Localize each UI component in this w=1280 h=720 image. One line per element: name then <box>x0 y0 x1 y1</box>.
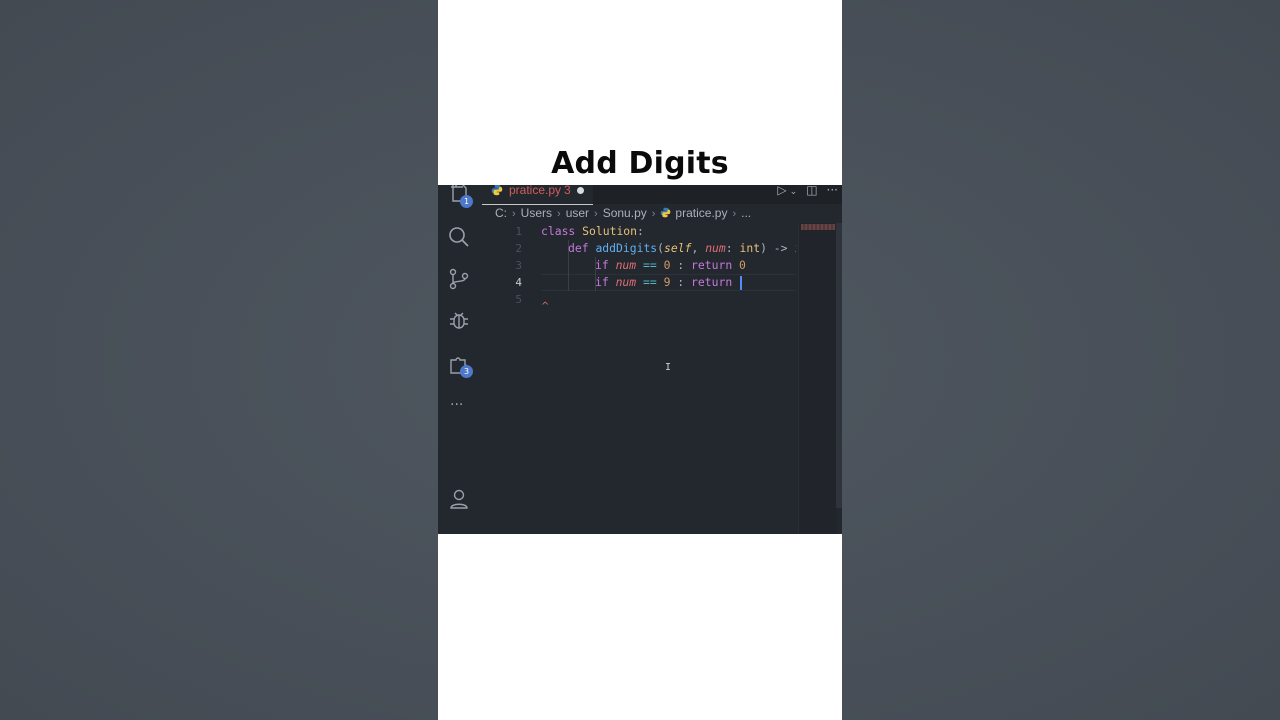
chevron-right-icon: › <box>594 208 598 220</box>
run-dropdown-chevron-icon[interactable]: ⌄ <box>790 187 798 197</box>
more-icon[interactable]: ··· <box>450 397 463 413</box>
error-marker: ^ <box>541 301 550 312</box>
page-title: Add Digits <box>551 146 729 181</box>
split-editor-icon[interactable]: ◫ <box>806 185 817 197</box>
chevron-right-icon: › <box>557 208 561 220</box>
code-line: class Solution: <box>541 224 644 238</box>
source-control-icon[interactable] <box>447 267 471 291</box>
text-caret <box>740 275 743 290</box>
line-number: 5 <box>515 293 522 306</box>
breadcrumb-item[interactable]: Sonu.py <box>603 206 647 220</box>
code-line: def addDigits(self, num: int) -> i <box>568 241 796 255</box>
extensions-badge: 3 <box>460 365 473 378</box>
python-file-icon <box>661 207 671 218</box>
chevron-right-icon: › <box>512 208 516 220</box>
tab-bar: pratice.py 3 ▷ ⌄ ◫ ··· <box>482 185 842 205</box>
minimap[interactable] <box>798 223 837 534</box>
tab-problem-count: 3 <box>564 185 571 197</box>
search-icon[interactable] <box>447 225 471 249</box>
account-icon[interactable] <box>447 487 471 511</box>
line-number: 3 <box>515 259 522 272</box>
line-number: 1 <box>515 225 522 238</box>
line-number: 2 <box>515 242 522 255</box>
minimap-code-preview <box>801 224 835 230</box>
breadcrumb: C: › Users › user › Sonu.py › pratice.py ›... <box>495 206 751 222</box>
code-line: if num == 0 : return 0 <box>595 258 746 272</box>
code-area[interactable]: class Solution: def addDigits(self, num:… <box>541 223 796 523</box>
python-file-icon <box>491 185 503 196</box>
breadcrumb-item[interactable]: pratice.py <box>675 206 727 220</box>
breadcrumb-item[interactable]: Users <box>521 206 552 220</box>
run-icon[interactable]: ▷ <box>777 185 786 197</box>
explorer-badge: 1 <box>460 195 473 208</box>
line-number-active: 4 <box>515 276 522 289</box>
breadcrumb-item[interactable]: user <box>566 206 589 220</box>
unsaved-dot-icon[interactable] <box>577 187 584 194</box>
mouse-ibeam-cursor-icon: I <box>665 362 672 373</box>
code-line-active: if num == 9 : return <box>595 274 743 291</box>
breadcrumb-item[interactable]: C: <box>495 206 507 220</box>
breadcrumb-item[interactable]: ... <box>741 206 751 220</box>
video-frame: Add Digits 1 3 ··· pratice.py 3 ▷ ⌄ ◫ ··… <box>438 0 842 720</box>
settings-gear-icon[interactable] <box>447 527 471 534</box>
tab-filename: pratice.py <box>509 185 562 197</box>
more-actions-icon[interactable]: ··· <box>827 185 838 197</box>
activity-bar: 1 3 ··· <box>438 185 482 534</box>
tab-label: pratice.py 3 <box>509 185 571 197</box>
chevron-right-icon: › <box>732 208 737 220</box>
tab-pratice-py[interactable]: pratice.py 3 <box>482 185 593 205</box>
vertical-scrollbar[interactable] <box>836 223 842 508</box>
editor-actions: ▷ ⌄ ◫ ··· <box>768 185 838 197</box>
chevron-right-icon: › <box>651 208 656 220</box>
run-debug-icon[interactable] <box>447 309 471 333</box>
code-editor-window: 1 3 ··· pratice.py 3 ▷ ⌄ ◫ ··· C: › User… <box>438 185 842 534</box>
